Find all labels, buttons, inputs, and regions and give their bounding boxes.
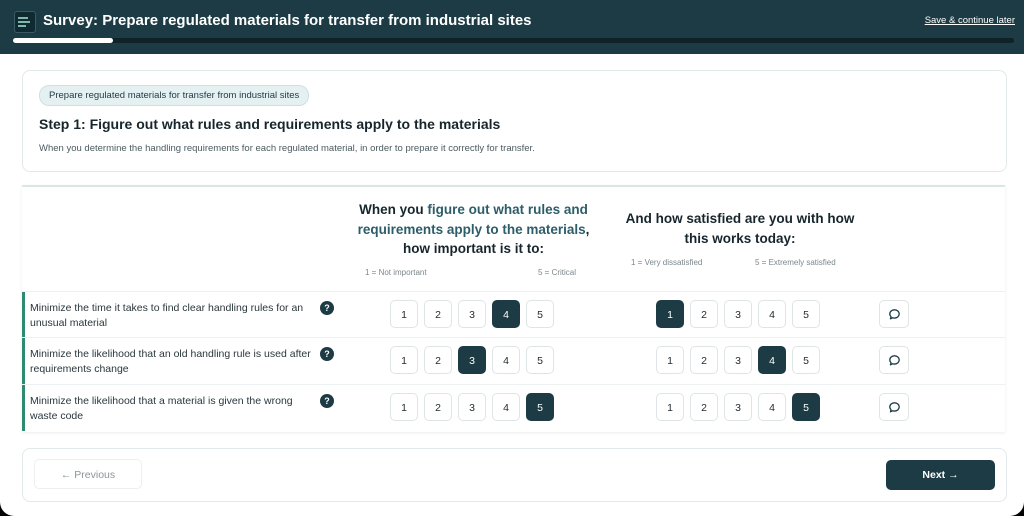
satisfaction-option-4[interactable]: 4 (758, 300, 786, 328)
satisfaction-option-5[interactable]: 5 (792, 346, 820, 374)
navigation-footer: ← Previous Next → (22, 448, 1007, 502)
question-row: Minimize the likelihood that a material … (22, 384, 1005, 431)
question-row: Minimize the time it takes to find clear… (22, 291, 1005, 338)
satisfaction-option-3[interactable]: 3 (724, 300, 752, 328)
satisfaction-option-2[interactable]: 2 (690, 393, 718, 421)
next-button[interactable]: Next → (886, 460, 995, 490)
satisfaction-option-1[interactable]: 1 (656, 300, 684, 328)
importance-option-2[interactable]: 2 (424, 393, 452, 421)
question-row: Minimize the likelihood that an old hand… (22, 337, 1005, 384)
question-label: Minimize the time it takes to find clear… (30, 302, 304, 329)
importance-option-1[interactable]: 1 (390, 346, 418, 374)
progress-fill (13, 38, 114, 43)
satisfaction-option-2[interactable]: 2 (690, 346, 718, 374)
satisfaction-option-2[interactable]: 2 (690, 300, 718, 328)
importance-option-3[interactable]: 3 (458, 346, 486, 374)
satisfaction-option-4[interactable]: 4 (758, 393, 786, 421)
help-icon[interactable]: ? (320, 347, 334, 361)
importance-option-5[interactable]: 5 (526, 346, 554, 374)
step-title: Step 1: Figure out what rules and requir… (39, 116, 501, 132)
importance-option-1[interactable]: 1 (390, 393, 418, 421)
comment-icon (889, 355, 900, 366)
importance-scale-low: 1 = Not important (365, 268, 427, 277)
row-accent-bar (22, 385, 25, 431)
importance-option-3[interactable]: 3 (458, 393, 486, 421)
save-continue-link[interactable]: Save & continue later (925, 15, 1015, 26)
comment-icon (889, 402, 900, 413)
satisfaction-scale-high: 5 = Extremely satisfied (755, 258, 836, 267)
help-icon[interactable]: ? (320, 301, 334, 315)
importance-question: When you figure out what rules and requi… (357, 202, 590, 256)
rating-matrix: When you figure out what rules and requi… (22, 185, 1005, 432)
comment-icon (889, 309, 900, 320)
comment-button[interactable] (879, 346, 909, 374)
survey-title: Survey: Prepare regulated materials for … (43, 12, 532, 29)
row-accent-bar (22, 292, 25, 338)
satisfaction-option-3[interactable]: 3 (724, 393, 752, 421)
importance-option-5[interactable]: 5 (526, 393, 554, 421)
satisfaction-option-3[interactable]: 3 (724, 346, 752, 374)
progress-bar (13, 38, 1014, 43)
help-icon[interactable]: ? (320, 394, 334, 408)
importance-option-1[interactable]: 1 (390, 300, 418, 328)
question-label: Minimize the likelihood that a material … (30, 395, 293, 422)
header-bar: Survey: Prepare regulated materials for … (0, 0, 1024, 54)
importance-option-4[interactable]: 4 (492, 300, 520, 328)
importance-option-2[interactable]: 2 (424, 346, 452, 374)
importance-option-2[interactable]: 2 (424, 300, 452, 328)
satisfaction-option-4[interactable]: 4 (758, 346, 786, 374)
comment-button[interactable] (879, 393, 909, 421)
importance-option-4[interactable]: 4 (492, 346, 520, 374)
comment-button[interactable] (879, 300, 909, 328)
satisfaction-option-1[interactable]: 1 (656, 346, 684, 374)
row-accent-bar (22, 338, 25, 384)
importance-scale-high: 5 = Critical (538, 268, 577, 277)
brand-logo-icon (14, 11, 36, 33)
job-badge: Prepare regulated materials for transfer… (39, 85, 310, 106)
satisfaction-question: And how satisfied are you with how this … (625, 211, 855, 246)
satisfaction-option-5[interactable]: 5 (792, 300, 820, 328)
survey-window: Survey: Prepare regulated materials for … (0, 0, 1024, 516)
importance-option-3[interactable]: 3 (458, 300, 486, 328)
step-card: Prepare regulated materials for transfer… (22, 70, 1007, 172)
satisfaction-option-5[interactable]: 5 (792, 393, 820, 421)
satisfaction-option-1[interactable]: 1 (656, 393, 684, 421)
satisfaction-scale-low: 1 = Very dissatisfied (631, 258, 703, 267)
previous-button[interactable]: ← Previous (34, 459, 142, 489)
importance-option-5[interactable]: 5 (526, 300, 554, 328)
question-label: Minimize the likelihood that an old hand… (30, 348, 311, 375)
step-description: When you determine the handling requirem… (39, 143, 535, 154)
importance-option-4[interactable]: 4 (492, 393, 520, 421)
